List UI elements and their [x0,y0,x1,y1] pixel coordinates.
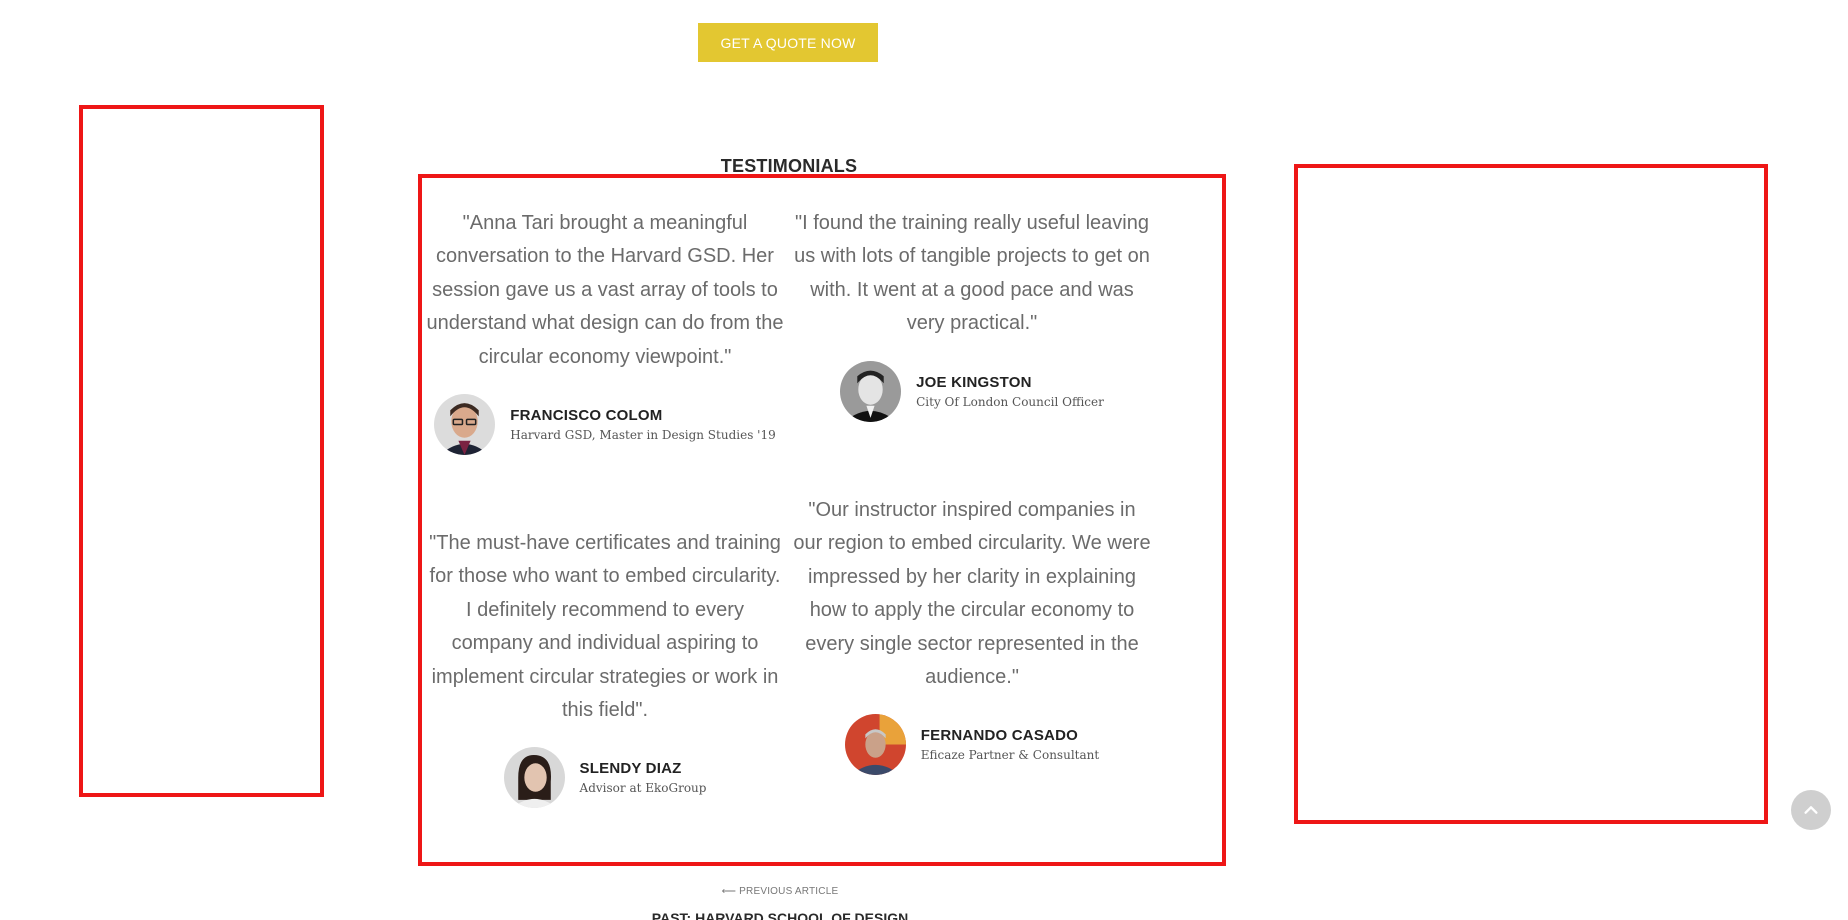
testimonial-quote: "Anna Tari brought a meaningful conversa… [426,212,784,368]
testimonial-quote: "I found the training really useful leav… [794,212,1150,335]
get-quote-button[interactable]: GET A QUOTE NOW [698,23,878,62]
arrow-left-icon: ⟵ [721,886,737,897]
testimonial-card: "I found the training really useful leav… [792,207,1152,422]
avatar [840,360,902,422]
testimonial-author: FRANCISCO COLOM Harvard GSD, Master in D… [425,394,785,456]
previous-article-title[interactable]: PAST: HARVARD SCHOOL OF DESIGN [600,910,960,920]
testimonial-card: "Our instructor inspired companies in ou… [792,494,1152,776]
testimonial-card: "The must-have certificates and training… [425,527,785,809]
chevron-up-icon [1804,806,1818,814]
author-name: SLENDY DIAZ [579,760,682,778]
avatar [844,714,906,776]
previous-article-label: PREVIOUS ARTICLE [739,886,839,897]
testimonial-card: "Anna Tari brought a meaningful conversa… [425,207,785,456]
highlight-box-right [1294,164,1768,824]
testimonial-quote: "The must-have certificates and training… [429,532,781,722]
testimonial-author: SLENDY DIAZ Advisor at EkoGroup [425,747,785,809]
avatar [503,747,565,809]
author-role: Eficaze Partner & Consultant [920,748,1100,763]
author-name: FERNANDO CASADO [920,727,1078,745]
author-role: City Of London Council Officer [916,394,1104,409]
previous-article-link[interactable]: ⟵ PREVIOUS ARTICLE [690,886,870,897]
testimonial-author: FERNANDO CASADO Eficaze Partner & Consul… [792,714,1152,776]
scroll-to-top-button[interactable] [1791,790,1831,830]
author-name: JOE KINGSTON [916,373,1032,391]
highlight-box-left [79,105,324,797]
avatar [434,394,496,456]
author-role: Advisor at EkoGroup [579,781,707,796]
author-role: Harvard GSD, Master in Design Studies '1… [510,428,776,443]
author-name: FRANCISCO COLOM [510,407,663,425]
testimonial-author: JOE KINGSTON City Of London Council Offi… [792,360,1152,422]
testimonial-quote: "Our instructor inspired companies in ou… [793,499,1151,689]
